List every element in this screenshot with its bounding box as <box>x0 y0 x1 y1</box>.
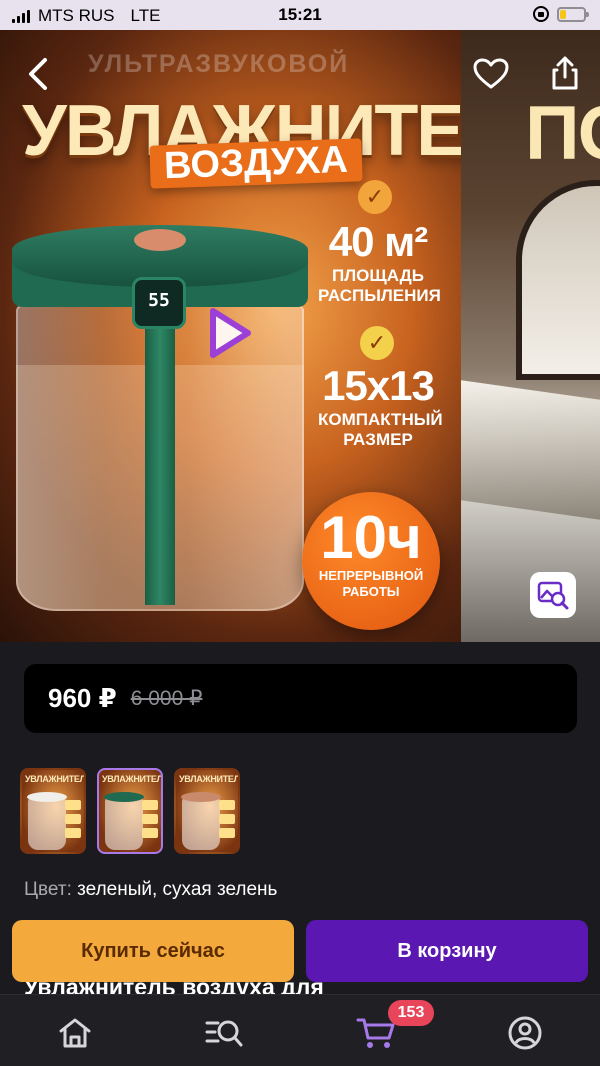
favorite-button[interactable] <box>470 54 512 94</box>
work-hours-value: 10ч <box>320 504 422 571</box>
color-value: зеленый, сухая зелень <box>77 879 278 900</box>
profile-icon <box>508 1016 542 1050</box>
check-icon: ✓ <box>358 180 392 214</box>
home-icon <box>59 1018 91 1048</box>
feature-area-label-2: РАСПЫЛЕНИЯ <box>318 286 441 305</box>
share-icon <box>552 56 578 90</box>
cart-count-badge: 153 <box>388 1000 434 1026</box>
slide-small-title: УЛЬТРАЗВУКОВОЙ <box>88 50 350 78</box>
old-price: 6 000 ₽ <box>130 687 203 710</box>
thumbnail-strip: УВЛАЖНИТЕЛЬ УВЛАЖНИТЕЛЬ УВЛАЖНИТЕЛЬ <box>20 768 240 854</box>
product-thumbnail[interactable]: УВЛАЖНИТЕЛЬ <box>20 768 86 854</box>
image-search-button[interactable] <box>530 572 576 618</box>
product-thumbnail[interactable]: УВЛАЖНИТЕЛЬ <box>174 768 240 854</box>
humidifier-display: 55 <box>132 277 186 329</box>
tab-profile[interactable] <box>505 1013 545 1053</box>
price-card: 960 ₽ 6 000 ₽ <box>24 664 577 733</box>
color-label: Цвет: <box>24 879 72 900</box>
back-button[interactable] <box>20 54 56 94</box>
tab-home[interactable] <box>55 1013 95 1053</box>
feature-size-value: 15х13 <box>322 362 435 409</box>
thumbnail-title: УВЛАЖНИТЕЛЬ <box>179 774 240 784</box>
tab-catalog[interactable] <box>204 1013 244 1053</box>
feature-area-label-1: ПЛОЩАДЬ <box>332 266 424 285</box>
thumbnail-title: УВЛАЖНИТЕЛЬ <box>25 774 86 784</box>
feature-size-label-1: КОМПАКТНЫЙ <box>318 410 443 429</box>
rotation-lock-icon <box>533 6 549 22</box>
buy-now-button[interactable]: Купить сейчас <box>12 920 294 982</box>
work-hours-circle: 10ч НЕПРЕРЫВНОЙ РАБОТЫ <box>302 492 440 630</box>
work-hours-label-2: РАБОТЫ <box>342 584 400 599</box>
image-search-icon <box>537 581 569 610</box>
slide-2-title: ПО <box>525 91 600 176</box>
gallery-slide-1[interactable]: УЛЬТРАЗВУКОВОЙ УВЛАЖНИТЕЛЬ ВОЗДУХА 55 ✓ … <box>0 30 461 642</box>
share-button[interactable] <box>545 52 585 94</box>
status-bar: MTS RUS LTE 15:21 <box>0 0 600 30</box>
feature-area-value: 40 м² <box>328 218 428 265</box>
heart-icon <box>473 58 509 89</box>
battery-icon <box>557 6 589 22</box>
add-to-cart-button[interactable]: В корзину <box>306 920 588 982</box>
product-thumbnail[interactable]: УВЛАЖНИТЕЛЬ <box>97 768 163 854</box>
chevron-left-icon <box>29 58 47 90</box>
check-icon: ✓ <box>360 326 394 360</box>
thumbnail-title: УВЛАЖНИТЕЛЬ <box>102 774 163 784</box>
product-gallery[interactable]: УЛЬТРАЗВУКОВОЙ УВЛАЖНИТЕЛЬ ВОЗДУХА 55 ✓ … <box>0 30 600 642</box>
work-hours-label-1: НЕПРЕРЫВНОЙ <box>318 568 424 583</box>
color-selection: Цвет: зеленый, сухая зелень <box>24 879 277 901</box>
slide-title-badge: ВОЗДУХА <box>149 138 363 189</box>
gallery-slide-2[interactable]: ПО <box>461 30 600 642</box>
catalog-search-icon <box>205 1020 243 1047</box>
humidifier-image: 55 <box>12 225 308 620</box>
feature-size-label-2: РАЗМЕР <box>343 430 413 449</box>
play-video-icon[interactable] <box>206 306 254 365</box>
clock: 15:21 <box>278 5 322 24</box>
current-price: 960 ₽ <box>48 683 117 713</box>
tab-bar <box>0 994 600 1066</box>
